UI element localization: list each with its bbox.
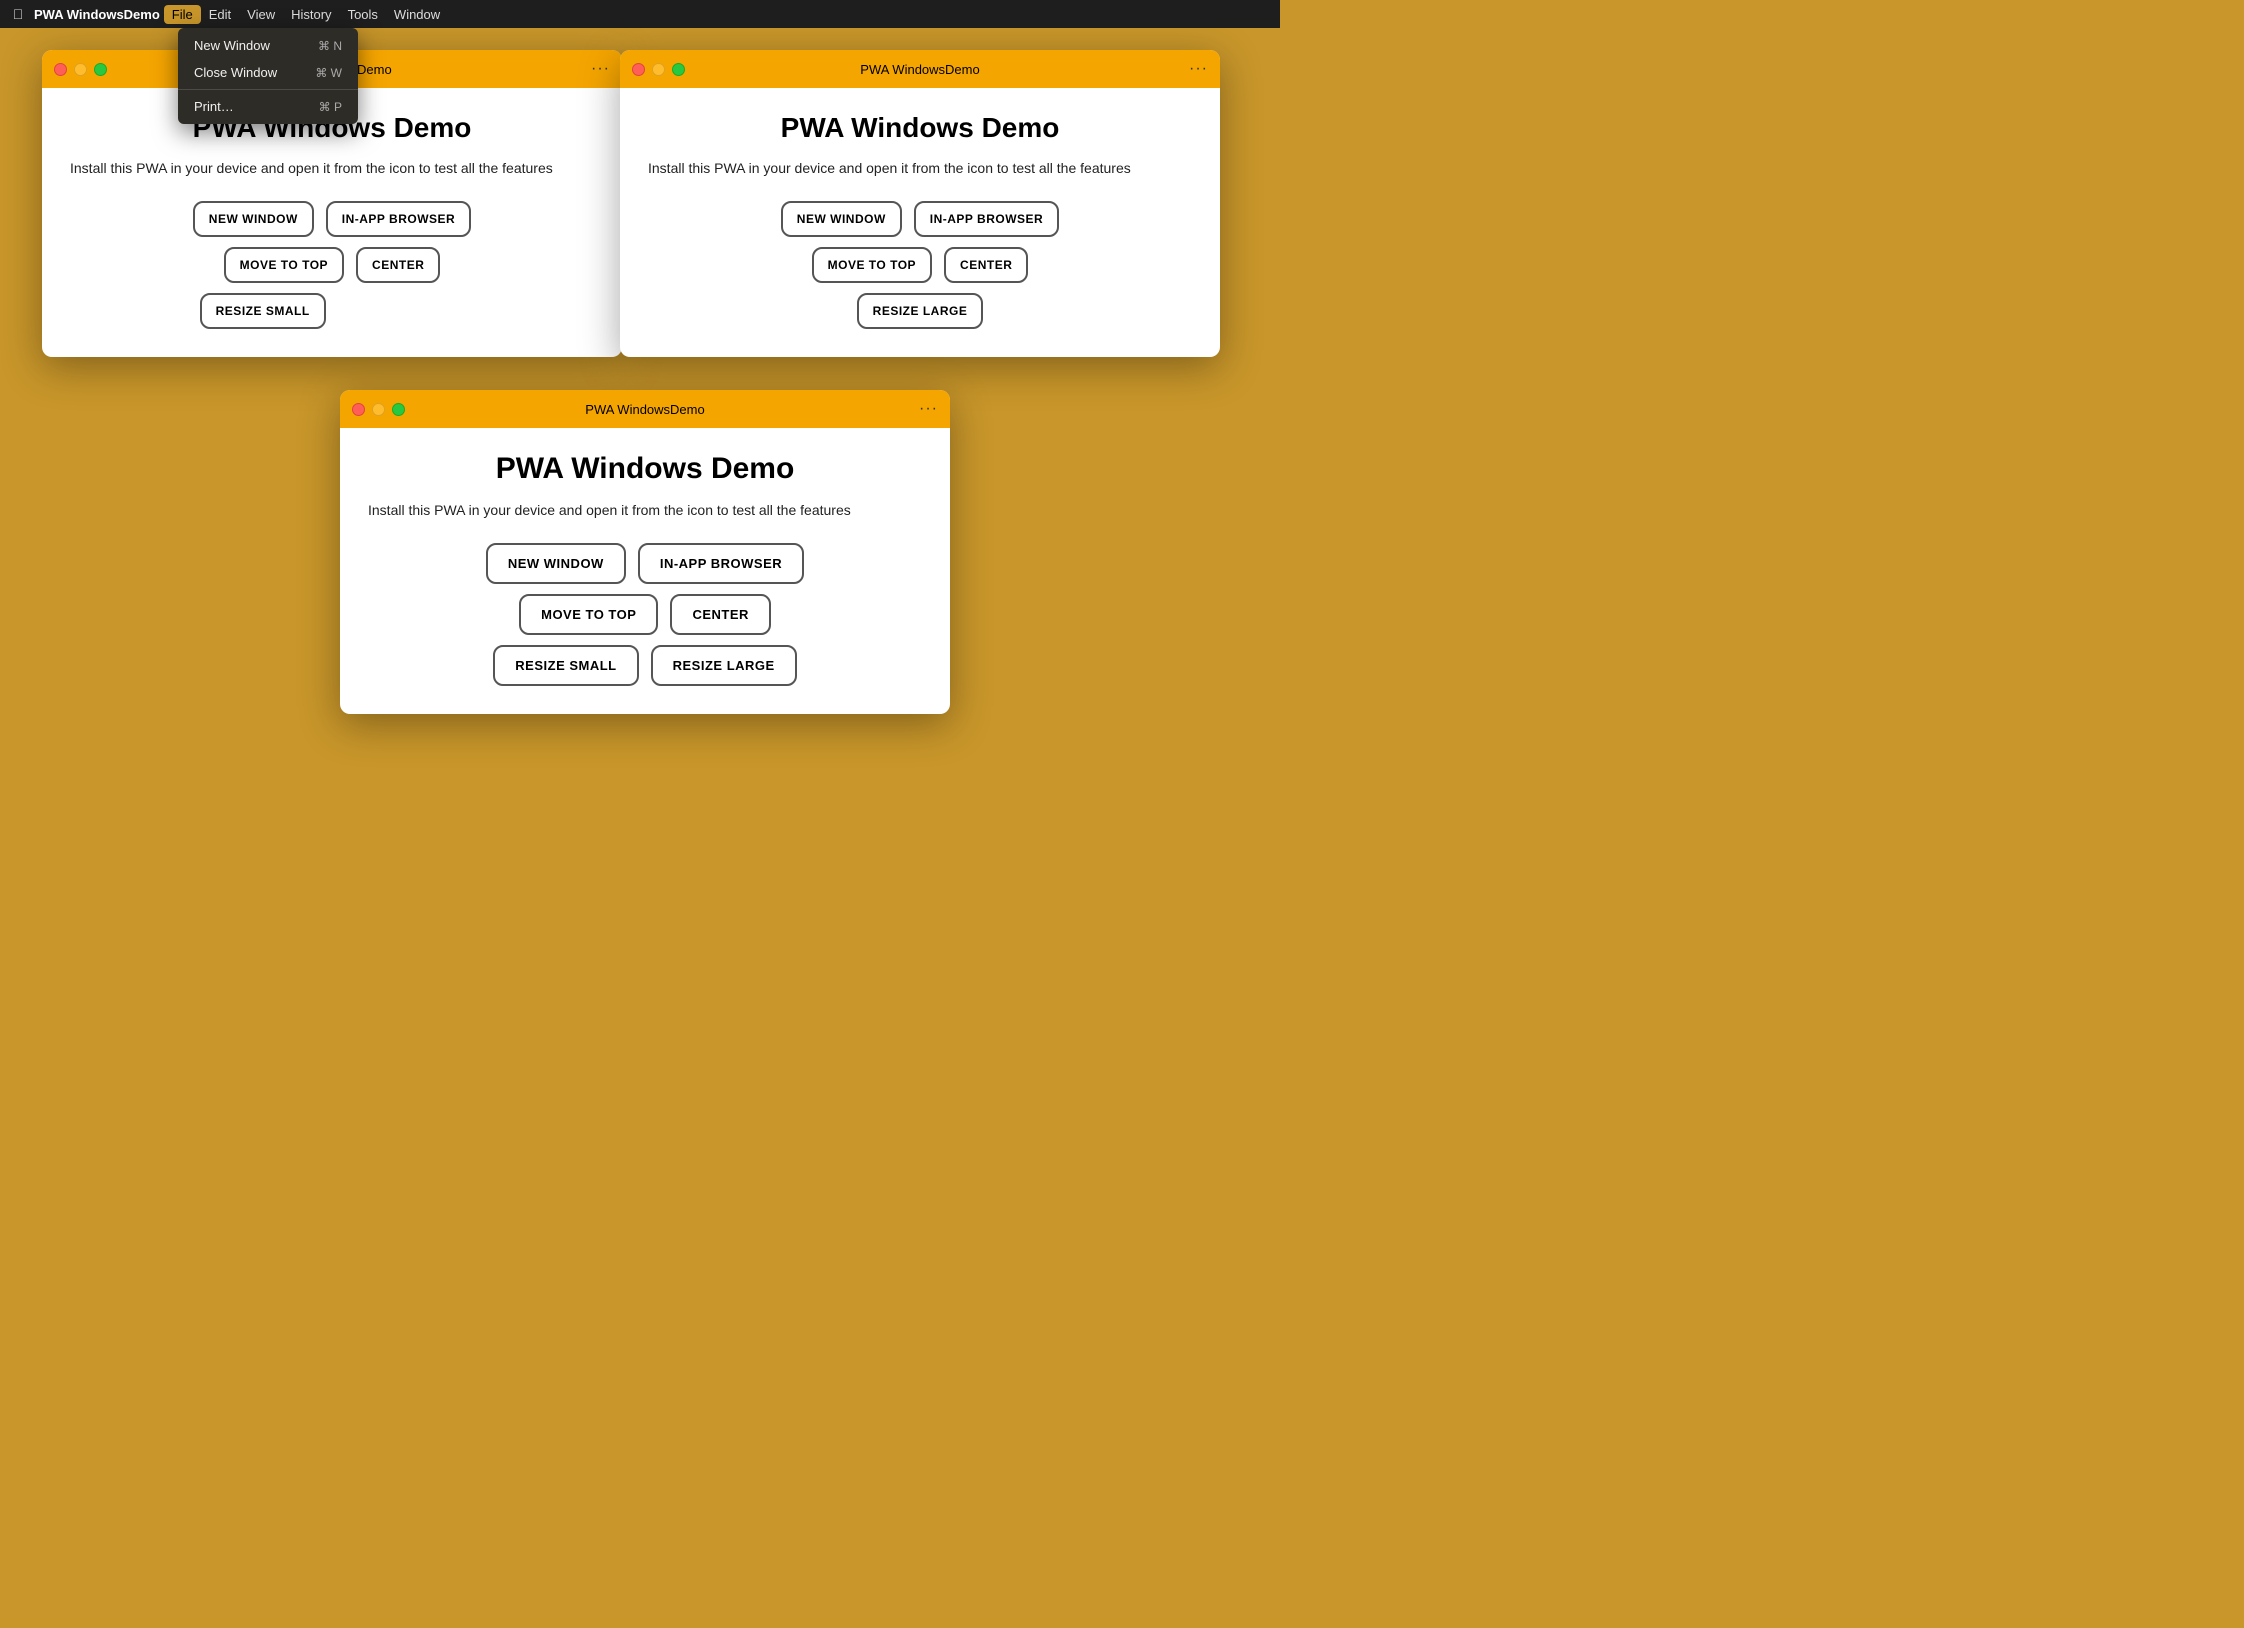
dropdown-separator: [178, 89, 358, 90]
menu-item-view[interactable]: View: [239, 5, 283, 24]
window-3-inapp-browser-btn[interactable]: IN-APP BROWSER: [638, 543, 804, 584]
window-1-description: Install this PWA in your device and open…: [70, 158, 594, 179]
menu-item-file[interactable]: File: [164, 5, 201, 24]
window-1-resize-small-btn[interactable]: RESIZE SMALL: [200, 293, 326, 329]
window-1-button-grid: NEW WINDOW IN-APP BROWSER MOVE TO TOP CE…: [70, 201, 594, 329]
window-3-traffic-lights: [352, 403, 405, 416]
window-2-new-window-btn[interactable]: NEW WINDOW: [781, 201, 902, 237]
menu-item-window[interactable]: Window: [386, 5, 448, 24]
window-2-inapp-browser-btn[interactable]: IN-APP BROWSER: [914, 201, 1059, 237]
window-3-minimize-button[interactable]: [372, 403, 385, 416]
window-3-body: PWA Windows Demo Install this PWA in you…: [340, 428, 950, 714]
pwa-window-2: PWA WindowsDemo ··· PWA Windows Demo Ins…: [620, 50, 1220, 357]
window-1-move-top-btn[interactable]: MOVE TO TOP: [224, 247, 344, 283]
window-1-inapp-browser-btn[interactable]: IN-APP BROWSER: [326, 201, 471, 237]
menu-item-history[interactable]: History: [283, 5, 339, 24]
window-1-row-1: NEW WINDOW IN-APP BROWSER: [193, 201, 471, 237]
apple-menu-icon[interactable]: : [8, 6, 28, 22]
window-3-dots-menu[interactable]: ···: [919, 400, 938, 418]
window-1-new-window-btn[interactable]: NEW WINDOW: [193, 201, 314, 237]
menu-item-tools[interactable]: Tools: [340, 5, 386, 24]
window-1-traffic-lights: [54, 63, 107, 76]
window-1-close-button[interactable]: [54, 63, 67, 76]
window-1-dots-menu[interactable]: ···: [591, 60, 610, 78]
window-1-maximize-button[interactable]: [94, 63, 107, 76]
menubar:  PWA WindowsDemo File Edit View History…: [0, 0, 1280, 28]
file-dropdown-menu: New Window ⌘ N Close Window ⌘ W Print… ⌘…: [178, 28, 358, 124]
new-window-shortcut: ⌘ N: [318, 39, 342, 53]
window-1-row-3: RESIZE SMALL RESIZE LARGE: [200, 293, 465, 329]
window-3-title: PWA WindowsDemo: [585, 402, 704, 417]
window-2-row-1: NEW WINDOW IN-APP BROWSER: [781, 201, 1059, 237]
window-3-row-1: NEW WINDOW IN-APP BROWSER: [486, 543, 804, 584]
window-2-minimize-button[interactable]: [652, 63, 665, 76]
window-2-maximize-button[interactable]: [672, 63, 685, 76]
window-1-center-btn[interactable]: CENTER: [356, 247, 440, 283]
window-3-titlebar: PWA WindowsDemo ···: [340, 390, 950, 428]
window-2-close-button[interactable]: [632, 63, 645, 76]
window-2-dots-menu[interactable]: ···: [1189, 60, 1208, 78]
window-3-description: Install this PWA in your device and open…: [368, 500, 922, 521]
window-2-body: PWA Windows Demo Install this PWA in you…: [620, 88, 1220, 357]
window-1-row-2: MOVE TO TOP CENTER: [224, 247, 441, 283]
dropdown-item-print[interactable]: Print… ⌘ P: [178, 93, 358, 120]
window-3-button-grid: NEW WINDOW IN-APP BROWSER MOVE TO TOP CE…: [368, 543, 922, 686]
dropdown-item-new-window[interactable]: New Window ⌘ N: [178, 32, 358, 59]
close-window-label: Close Window: [194, 65, 277, 80]
window-3-center-btn[interactable]: CENTER: [670, 594, 770, 635]
window-3-new-window-btn[interactable]: NEW WINDOW: [486, 543, 626, 584]
window-3-resize-small-btn[interactable]: RESIZE SMALL: [493, 645, 638, 686]
window-3-app-title: PWA Windows Demo: [368, 452, 922, 486]
menu-item-edit[interactable]: Edit: [201, 5, 239, 24]
window-3-resize-large-btn[interactable]: RESIZE LARGE: [651, 645, 797, 686]
window-2-title: PWA WindowsDemo: [860, 62, 979, 77]
window-3-row-3: RESIZE SMALL RESIZE LARGE: [493, 645, 796, 686]
window-2-resize-large-btn[interactable]: RESIZE LARGE: [857, 293, 984, 329]
window-3-row-2: MOVE TO TOP CENTER: [519, 594, 771, 635]
window-2-center-btn[interactable]: CENTER: [944, 247, 1028, 283]
window-2-row-2: MOVE TO TOP CENTER: [812, 247, 1029, 283]
pwa-window-3: PWA WindowsDemo ··· PWA Windows Demo Ins…: [340, 390, 950, 714]
window-2-description: Install this PWA in your device and open…: [648, 158, 1192, 179]
print-label: Print…: [194, 99, 234, 114]
app-name-label: PWA WindowsDemo: [34, 7, 160, 22]
window-3-close-button[interactable]: [352, 403, 365, 416]
window-2-titlebar: PWA WindowsDemo ···: [620, 50, 1220, 88]
window-1-body: PWA Windows Demo Install this PWA in you…: [42, 88, 622, 357]
window-3-maximize-button[interactable]: [392, 403, 405, 416]
window-2-move-top-btn[interactable]: MOVE TO TOP: [812, 247, 932, 283]
print-shortcut: ⌘ P: [319, 100, 342, 114]
window-3-move-top-btn[interactable]: MOVE TO TOP: [519, 594, 658, 635]
window-2-row-3: RESIZE LARGE: [857, 293, 984, 329]
window-2-app-title: PWA Windows Demo: [648, 112, 1192, 144]
close-window-shortcut: ⌘ W: [315, 66, 342, 80]
window-2-button-grid: NEW WINDOW IN-APP BROWSER MOVE TO TOP CE…: [648, 201, 1192, 329]
window-2-traffic-lights: [632, 63, 685, 76]
window-1-minimize-button[interactable]: [74, 63, 87, 76]
dropdown-item-close-window[interactable]: Close Window ⌘ W: [178, 59, 358, 86]
new-window-label: New Window: [194, 38, 270, 53]
